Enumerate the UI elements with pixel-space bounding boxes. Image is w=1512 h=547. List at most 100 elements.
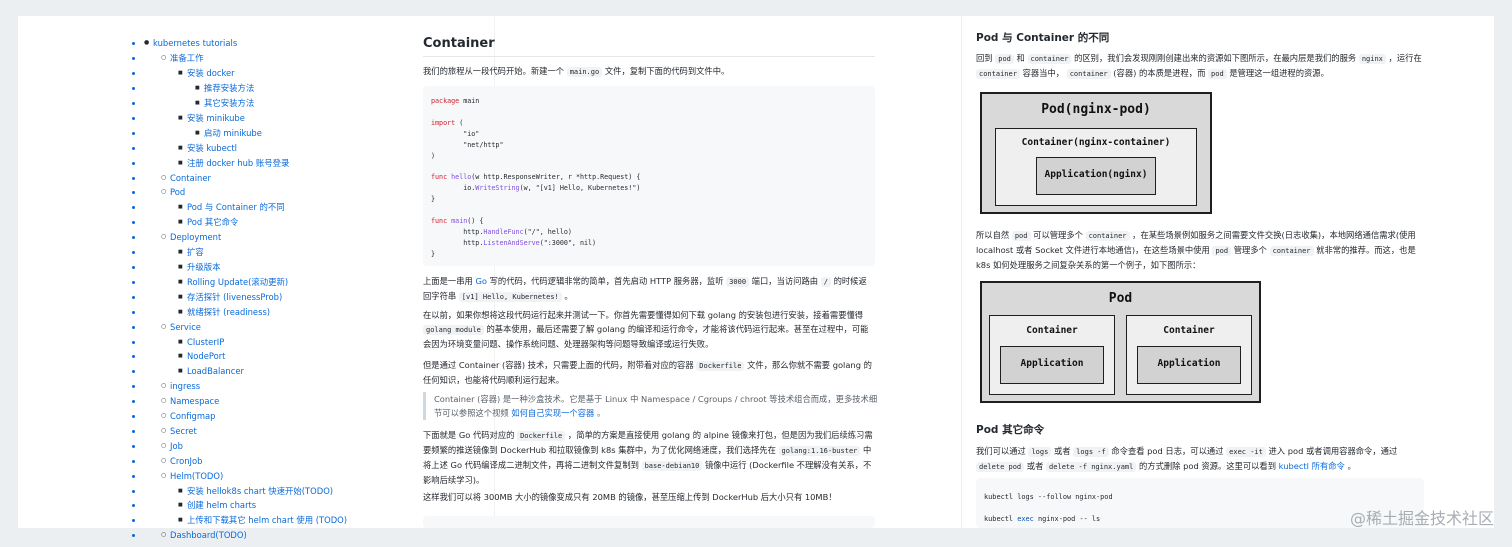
- toc-item[interactable]: Job: [144, 439, 347, 454]
- watermark: @稀土掘金技术社区: [1349, 509, 1494, 528]
- toc-item[interactable]: CronJob: [144, 454, 347, 469]
- toc-item[interactable]: Rolling Update(滚动更新): [144, 275, 347, 290]
- toc-item[interactable]: Namespace: [144, 394, 347, 409]
- pod-paragraph-3: 我们可以通过 logs 或者 logs -f 命令查看 pod 日志，可以通过 …: [976, 444, 1426, 474]
- pod-multi-container-diagram: Pod Container Application Container Appl…: [980, 281, 1261, 403]
- toc-item[interactable]: Dashboard(TODO): [144, 528, 347, 543]
- toc-item[interactable]: 推荐安装方法: [144, 81, 347, 96]
- toc-item[interactable]: LoadBalancer: [144, 364, 347, 379]
- container-label-1: Container: [1026, 325, 1078, 336]
- p1-a: 上面是一串用: [423, 276, 473, 286]
- pp1-c2: container: [1027, 54, 1072, 64]
- app-box-2: Application: [1137, 346, 1241, 384]
- code-token: () {: [467, 216, 484, 225]
- toc-item[interactable]: ClusterIP: [144, 335, 347, 350]
- app-box-1: Application: [1000, 346, 1104, 384]
- code-line: "net/http": [431, 140, 867, 151]
- toc-item[interactable]: Container: [144, 171, 347, 186]
- blockquote: Container (容器) 是一种沙盒技术。它是基于 Linux 中 Name…: [423, 392, 880, 420]
- pod-nginx-diagram: Pod(nginx-pod) Container(nginx-container…: [980, 92, 1212, 214]
- code-line: http.HandleFunc("/", hello): [431, 227, 867, 238]
- toc-item[interactable]: kubernetes tutorials: [144, 36, 347, 51]
- code-token: HandleFunc: [483, 227, 524, 236]
- toc-item[interactable]: 安装 kubectl: [144, 141, 347, 156]
- code-line: io.WriteString(w, "[v1] Hello, Kubernete…: [431, 183, 867, 194]
- code-token: (":3000", nil): [539, 238, 597, 247]
- app-label-1: Application: [1020, 358, 1084, 369]
- cmd-exec-a: kubectl: [984, 515, 1018, 523]
- pp2-d: 管理多个: [1233, 245, 1267, 255]
- toc-item[interactable]: 创建 helm charts: [144, 498, 347, 513]
- nginx-app-label: Application(nginx): [1044, 169, 1148, 180]
- go-link[interactable]: Go: [475, 276, 487, 286]
- code-token: import: [431, 118, 456, 127]
- p1-b: 写的代码，代码逻辑非常的简单，首先启动 HTTP 服务器，监听: [489, 276, 724, 286]
- code-token: package: [431, 97, 460, 105]
- toc-item[interactable]: 上传和下载其它 helm chart 使用 (TODO): [144, 513, 347, 528]
- toc-item[interactable]: Pod: [144, 185, 347, 200]
- pp3-f: 的方式删除 pod 资源。这里可以看到: [1138, 461, 1277, 471]
- code-line: func main() {: [431, 216, 867, 227]
- paragraph-3: 但是通过 Container (容器) 技术，只需要上面的代码，附带着对应的容器…: [423, 358, 875, 387]
- toc-item[interactable]: 安装 minikube: [144, 111, 347, 126]
- p2-b: 的基本使用，最后还需要了解 golang 的编译和运行命令，才能将该代码运行起来…: [423, 324, 869, 349]
- code-token: ): [431, 151, 436, 160]
- toc-item[interactable]: 安装 docker: [144, 66, 347, 81]
- p4-code-dockerfile: Dockerfile: [517, 431, 566, 441]
- go-code-block[interactable]: package main import ( "io" "net/http") fun…: [423, 86, 875, 266]
- toc-item[interactable]: Configmap: [144, 409, 347, 424]
- toc-item[interactable]: Pod 其它命令: [144, 215, 347, 230]
- toc-item[interactable]: Deployment: [144, 230, 347, 245]
- toc-item[interactable]: 准备工作: [144, 51, 347, 66]
- toc-item[interactable]: 启动 minikube: [144, 126, 347, 141]
- paragraph-1: 上面是一串用 Go 写的代码，代码逻辑非常的简单，首先启动 HTTP 服务器，监…: [423, 274, 875, 304]
- app-label-2: Application: [1157, 358, 1221, 369]
- p1-code-string: [v1] Hello, Kubernetes!: [458, 292, 562, 302]
- p1-code-port: 3000: [726, 277, 750, 287]
- container-video-link[interactable]: 如何自己实现一个容器: [511, 408, 594, 418]
- container-label-2: Container: [1163, 325, 1215, 336]
- toc-item[interactable]: 就绪探针 (readiness): [144, 305, 347, 320]
- code-line: http.ListenAndServe(":3000", nil): [431, 238, 867, 249]
- container-box-1: Container Application: [989, 315, 1115, 395]
- dockerfile-code-block-preview[interactable]: [423, 516, 875, 528]
- toc-item[interactable]: ingress: [144, 379, 347, 394]
- toc-item[interactable]: 扩容: [144, 245, 347, 260]
- cmd-exec-kw: exec: [1017, 515, 1034, 523]
- toc-item[interactable]: Helm(TODO): [144, 469, 347, 484]
- pp1-b: 和: [1016, 53, 1025, 63]
- p2-a: 在以前，如果你想将这段代码运行起来并测试一下。你首先需要懂得如何下载 golan…: [423, 310, 864, 320]
- pp1-c6: pod: [1208, 69, 1227, 79]
- pp1-c5: container: [1066, 69, 1111, 79]
- container-title: Container: [423, 36, 875, 57]
- p4-code-debian: base-debian10: [641, 461, 703, 471]
- pp2-a: 所以自然: [976, 230, 1010, 240]
- code-token: http.: [431, 227, 484, 236]
- p1-code-route: /: [820, 277, 831, 287]
- pp2-c4: container: [1269, 246, 1314, 256]
- toc-item[interactable]: 其它安装方法: [144, 96, 347, 111]
- pp1-e: 容器当中，: [1022, 68, 1065, 78]
- code-token: main: [459, 97, 480, 105]
- toc-item[interactable]: 存活探针 (livenessProb): [144, 290, 347, 305]
- code-line: import (: [431, 118, 867, 129]
- intro-text-a: 我们的旅程从一段代码开始。新建一个: [423, 66, 565, 76]
- intro-paragraph: 我们的旅程从一段代码开始。新建一个 main.go 文件，复制下面的代码到文件中…: [423, 64, 875, 79]
- toc-item[interactable]: Secret: [144, 424, 347, 439]
- code-token: }: [431, 249, 436, 258]
- toc-item[interactable]: Service: [144, 320, 347, 335]
- toc-item[interactable]: 安装 hellok8s chart 快速开始(TODO): [144, 484, 347, 499]
- pod-paragraph-1: 回到 pod 和 container 的区别，我们会发现刚刚创建出来的资源如下图…: [976, 51, 1426, 81]
- toc-item[interactable]: 升级版本: [144, 260, 347, 275]
- toc-item[interactable]: Pod 与 Container 的不同: [144, 200, 347, 215]
- toc-item[interactable]: 注册 docker hub 账号登录: [144, 156, 347, 171]
- toc-item[interactable]: NodePort: [144, 349, 347, 364]
- p3-a: 但是通过 Container (容器) 技术，只需要上面的代码，附带着对应的容器: [423, 360, 694, 370]
- table-of-contents: kubernetes tutorials准备工作安装 docker推荐安装方法其…: [104, 36, 347, 543]
- pp3-c: 命令查看 pod 日志，可以通过: [1111, 446, 1224, 456]
- pod-page: Pod 与 Container 的不同 回到 pod 和 container 的…: [962, 16, 1494, 528]
- pp1-f: (容器) 的本质是进程，而: [1113, 68, 1206, 78]
- code-line: }: [431, 194, 867, 205]
- kubectl-commands-link[interactable]: kubectl 所有命令: [1279, 461, 1345, 471]
